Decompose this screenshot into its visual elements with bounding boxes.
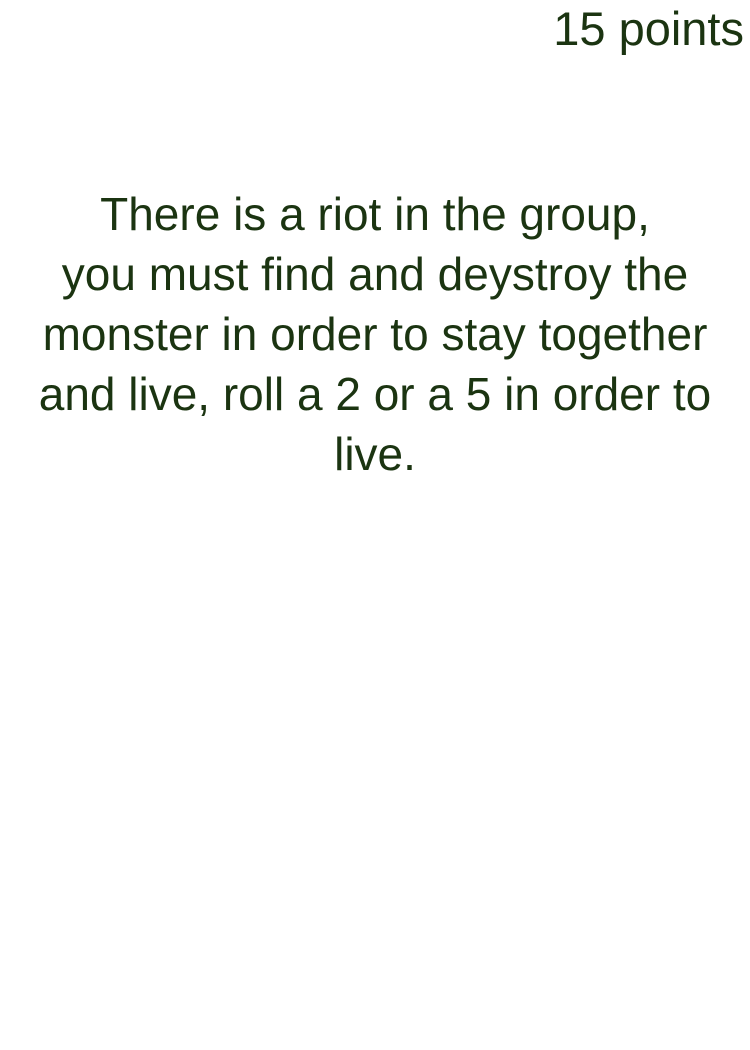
card-description-line: you must find and deystroy the xyxy=(61,248,689,300)
points-value: 15 points xyxy=(553,2,744,55)
card-description-line: live. xyxy=(334,428,416,480)
card-description: There is a riot in the group, you must f… xyxy=(0,184,750,484)
card-description-line: There is a riot in the group, xyxy=(100,188,650,240)
card-description-line: and live, roll a 2 or a 5 in order to xyxy=(38,368,712,420)
game-card: 15 points There is a riot in the group, … xyxy=(0,0,750,1050)
card-description-line: monster in order to stay together xyxy=(42,308,708,360)
